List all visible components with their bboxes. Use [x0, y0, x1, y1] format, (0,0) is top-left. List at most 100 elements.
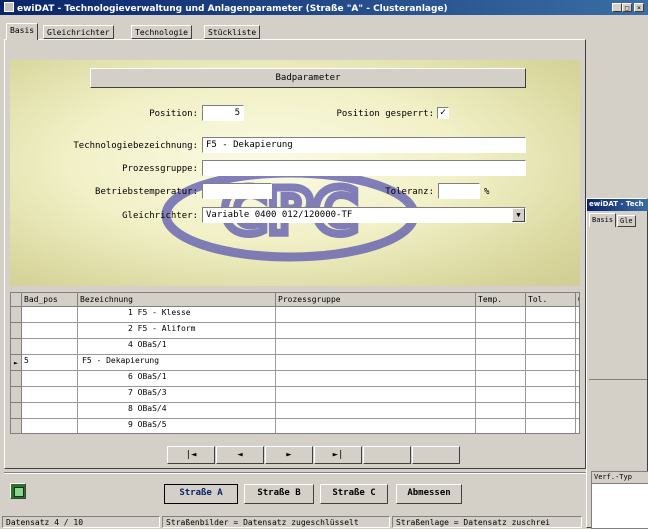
dropdown-arrow-icon[interactable]: ▼ — [512, 208, 525, 222]
second-window-divider — [589, 379, 647, 380]
second-grid-header[interactable]: Verf.-Typ — [592, 472, 648, 484]
grid-cell-bad-pos[interactable] — [22, 323, 78, 339]
technology-input[interactable]: F5 - Dekapierung — [202, 137, 526, 153]
grid-cell-bezeichnung[interactable]: 8 OBaS/4 — [78, 403, 276, 419]
grid-cell-temp[interactable] — [476, 323, 526, 339]
grid-cell-bezeichnung[interactable]: 1 F5 - Klesse — [78, 307, 276, 323]
grid-cell-prozessgruppe[interactable] — [276, 339, 476, 355]
grid-cell-tol[interactable] — [526, 355, 576, 371]
grid-cell-tol[interactable] — [526, 371, 576, 387]
position-locked-label: Position gesperrt: — [336, 109, 434, 119]
process-group-input[interactable] — [202, 160, 526, 176]
tab-basis[interactable]: Basis — [6, 23, 39, 40]
second-tab-gle[interactable]: Gle — [617, 215, 636, 227]
grid-cell-prozessgruppe[interactable] — [276, 371, 476, 387]
row-indicator[interactable] — [11, 307, 22, 323]
strasse-a-button[interactable]: Straße A — [164, 484, 238, 504]
grid-cell-bezeichnung[interactable]: F5 - Dekapierung — [78, 355, 276, 371]
nav-last-button[interactable]: ►| — [314, 446, 362, 464]
grid-cell-prozessgruppe[interactable] — [276, 323, 476, 339]
grid-cell-bezeichnung[interactable]: 9 OBaS/5 — [78, 419, 276, 433]
grid-cell-bad-pos[interactable] — [22, 387, 78, 403]
grid-cell-temp[interactable] — [476, 339, 526, 355]
nav-first-button[interactable]: |◄ — [167, 446, 215, 464]
grid-cell-gl[interactable] — [576, 387, 579, 403]
grid-cell-gl[interactable] — [576, 371, 579, 387]
grid-cell-bezeichnung[interactable]: 6 OBaS/1 — [78, 371, 276, 387]
grid-cell-prozessgruppe[interactable] — [276, 307, 476, 323]
status-record-count: Datensatz 4 / 10 — [2, 516, 160, 528]
row-indicator[interactable] — [11, 339, 22, 355]
minimize-button[interactable]: _ — [612, 3, 622, 12]
grid-cell-gl[interactable] — [576, 355, 579, 371]
grid-header-bad-pos[interactable]: Bad_pos — [22, 293, 78, 307]
tab-technologie[interactable]: Technologie — [131, 25, 192, 39]
tab-gleichrichter[interactable]: Gleichrichter — [43, 25, 114, 39]
grid-cell-gl[interactable] — [576, 339, 579, 355]
grid-cell-temp[interactable] — [476, 355, 526, 371]
grid-cell-tol[interactable] — [526, 339, 576, 355]
grid-cell-temp[interactable] — [476, 387, 526, 403]
row-indicator[interactable] — [11, 371, 22, 387]
grid-cell-gl[interactable] — [576, 323, 579, 339]
grid-cell-prozessgruppe[interactable] — [276, 355, 476, 371]
strasse-c-button[interactable]: Straße C — [320, 484, 388, 504]
data-grid: Bad_pos Bezeichnung Prozessgruppe Temp. … — [10, 292, 580, 434]
maximize-button[interactable]: □ — [622, 3, 632, 12]
row-indicator[interactable] — [11, 419, 22, 433]
badparameter-header-button[interactable]: Badparameter — [90, 68, 526, 88]
grid-header-temp[interactable]: Temp. — [476, 293, 526, 307]
operating-temp-input[interactable] — [202, 183, 272, 199]
grid-cell-bad-pos[interactable] — [22, 307, 78, 323]
nav-next-button[interactable]: ► — [265, 446, 313, 464]
record-icon[interactable] — [10, 483, 26, 499]
second-tab-basis[interactable]: Basis — [589, 213, 617, 227]
grid-cell-bezeichnung[interactable]: 7 OBaS/3 — [78, 387, 276, 403]
process-group-label: Prozessgruppe: — [122, 164, 198, 174]
grid-cell-tol[interactable] — [526, 387, 576, 403]
grid-cell-gl[interactable] — [576, 403, 579, 419]
grid-cell-bad-pos[interactable] — [22, 339, 78, 355]
grid-cell-temp[interactable] — [476, 371, 526, 387]
grid-cell-bad-pos[interactable] — [22, 403, 78, 419]
grid-cell-prozessgruppe[interactable] — [276, 387, 476, 403]
grid-cell-prozessgruppe[interactable] — [276, 403, 476, 419]
grid-cell-temp[interactable] — [476, 419, 526, 433]
operating-temp-label: Betriebstemperatur: — [95, 187, 198, 197]
grid-cell-prozessgruppe[interactable] — [276, 419, 476, 433]
nav-insert-button[interactable] — [363, 446, 411, 464]
close-button[interactable]: × — [634, 3, 644, 12]
grid-cell-tol[interactable] — [526, 419, 576, 433]
nav-delete-button[interactable] — [412, 446, 460, 464]
grid-cell-temp[interactable] — [476, 307, 526, 323]
toleranz-input[interactable] — [438, 183, 480, 199]
row-indicator[interactable] — [11, 387, 22, 403]
grid-cell-tol[interactable] — [526, 403, 576, 419]
tab-stueckliste[interactable]: Stückliste — [204, 25, 261, 39]
grid-header-prozessgruppe[interactable]: Prozessgruppe — [276, 293, 476, 307]
grid-cell-temp[interactable] — [476, 403, 526, 419]
second-window-titlebar: ewiDAT - Tech — [587, 199, 648, 211]
grid-cell-tol[interactable] — [526, 307, 576, 323]
grid-cell-tol[interactable] — [526, 323, 576, 339]
grid-cell-bad-pos[interactable] — [22, 371, 78, 387]
row-indicator[interactable] — [11, 323, 22, 339]
grid-header-bezeichnung[interactable]: Bezeichnung — [78, 293, 276, 307]
current-row-indicator[interactable]: ► — [11, 355, 22, 371]
nav-prev-button[interactable]: ◄ — [216, 446, 264, 464]
position-input[interactable]: 5 — [202, 105, 244, 121]
grid-cell-gl[interactable] — [576, 307, 579, 323]
grid-cell-bezeichnung[interactable]: 4 OBaS/1 — [78, 339, 276, 355]
toleranz-label: Toleranz: — [385, 187, 434, 197]
grid-cell-bad-pos[interactable] — [22, 419, 78, 433]
grid-header-tol[interactable]: Tol. — [526, 293, 576, 307]
grid-cell-bezeichnung[interactable]: 2 F5 - Aliform — [78, 323, 276, 339]
grid-cell-bad-pos[interactable]: 5 — [22, 355, 78, 371]
row-indicator[interactable] — [11, 403, 22, 419]
abmessen-button[interactable]: Abmessen — [396, 484, 462, 504]
grid-cell-gl[interactable] — [576, 419, 579, 433]
strasse-b-button[interactable]: Straße B — [244, 484, 314, 504]
grid-header-gl[interactable]: Gl — [576, 293, 579, 307]
position-locked-checkbox[interactable]: ✓ — [437, 107, 449, 119]
rectifier-select[interactable]: Variable 0400 012/120000-TF — [202, 207, 526, 223]
